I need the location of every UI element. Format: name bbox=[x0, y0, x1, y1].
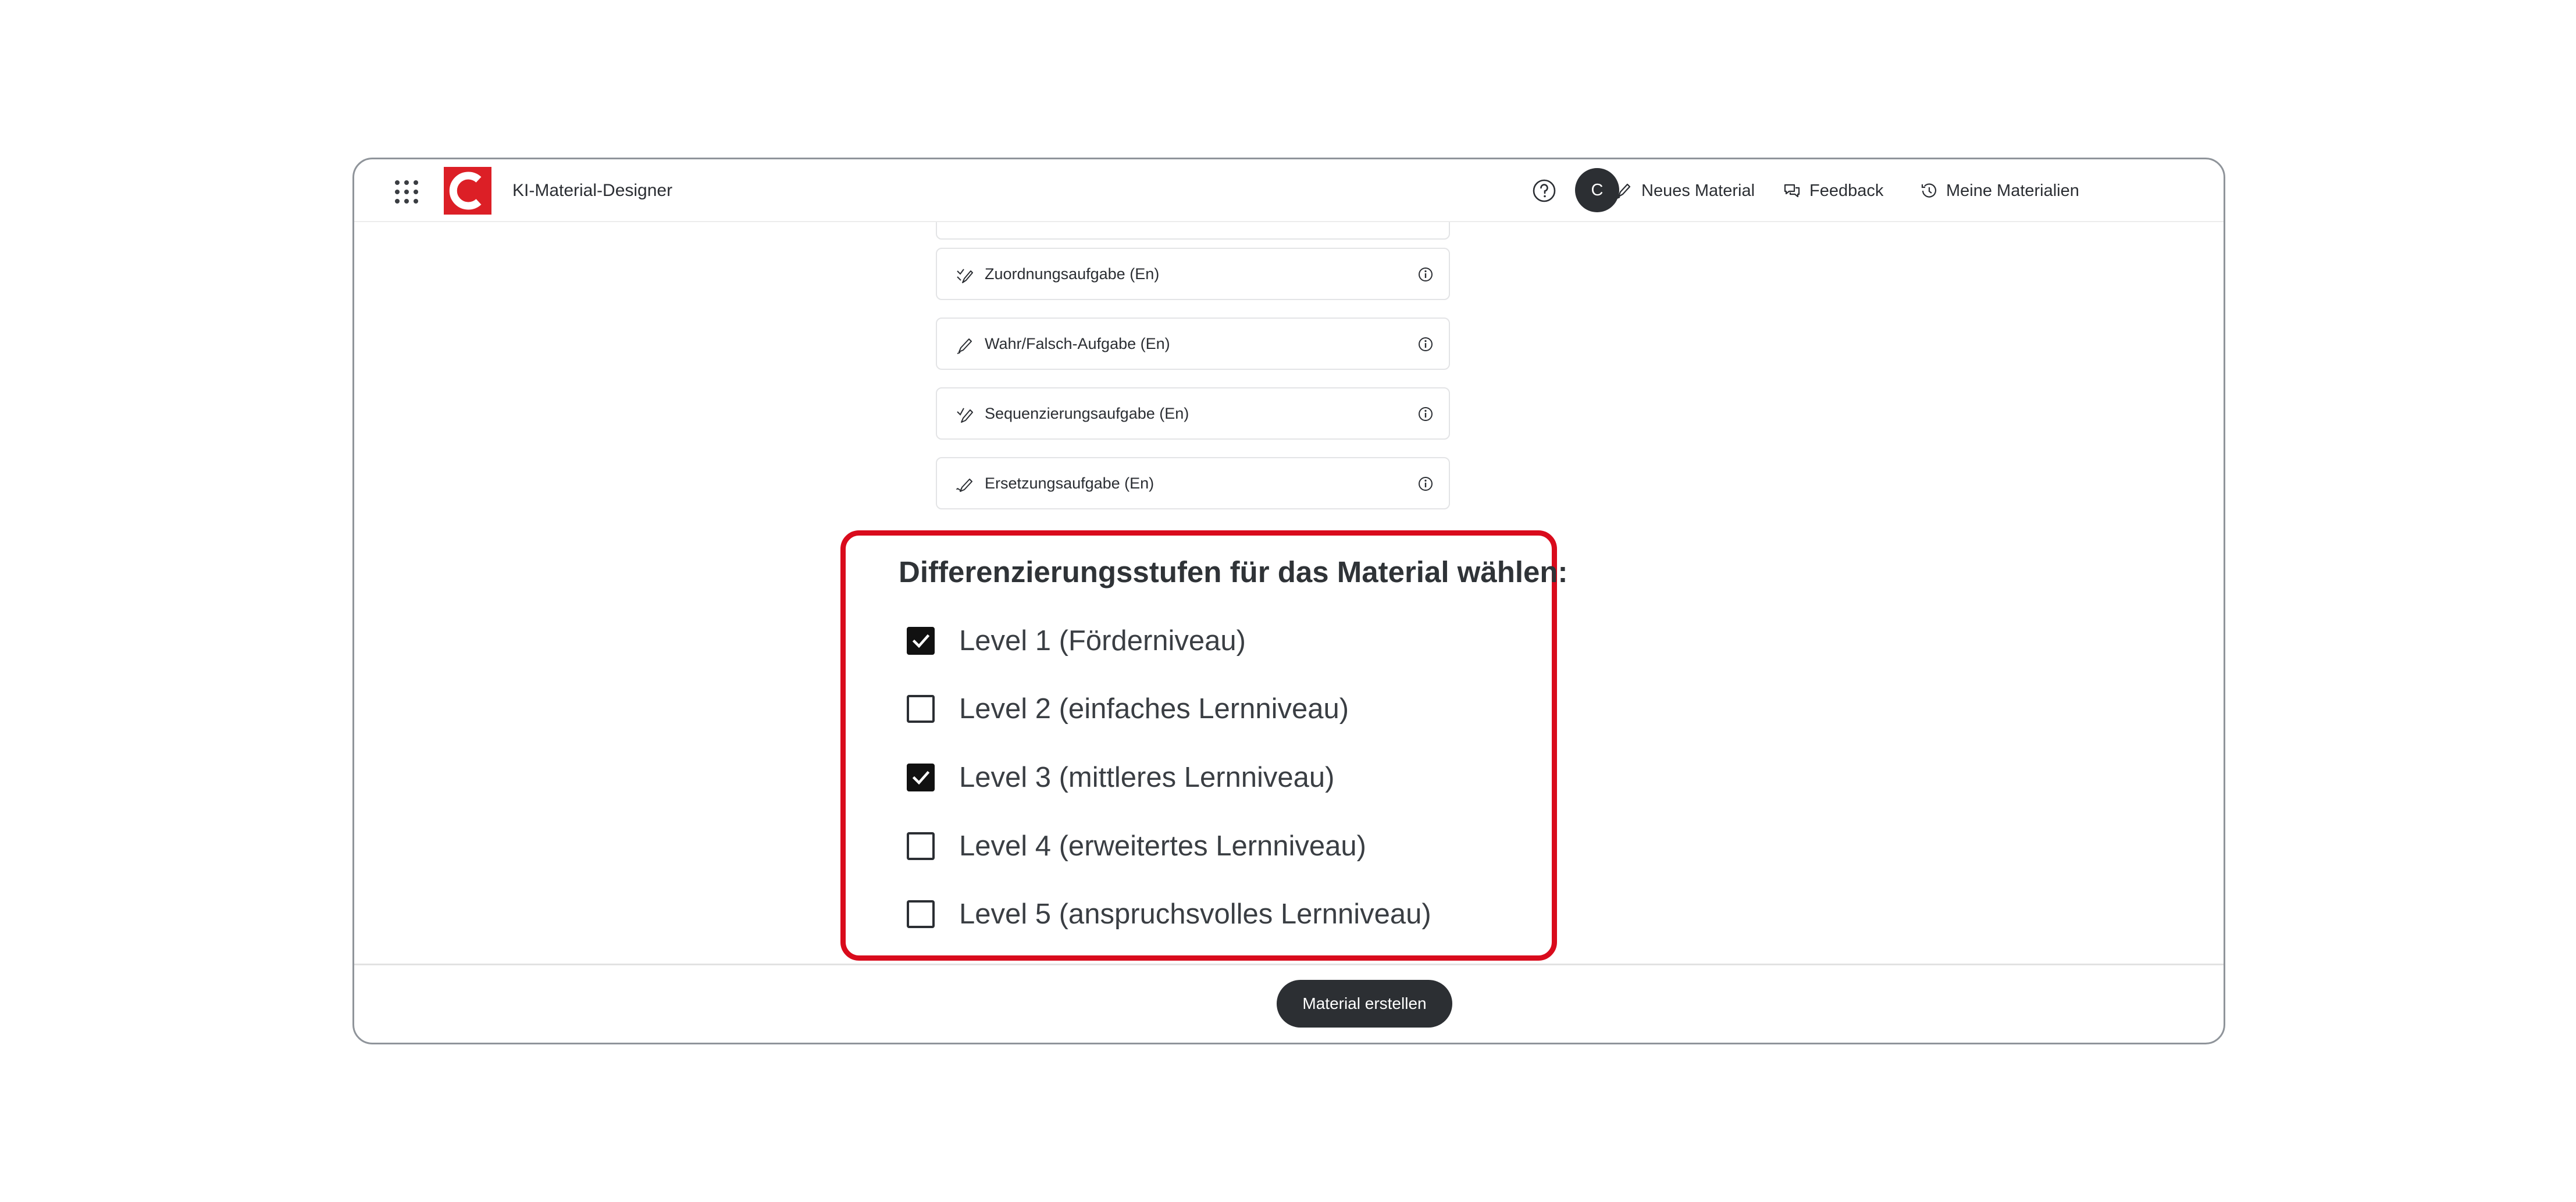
level-label: Level 1 (Förderniveau) bbox=[959, 625, 1246, 657]
level-label: Level 2 (einfaches Lernniveau) bbox=[959, 693, 1349, 725]
create-material-button[interactable]: Material erstellen bbox=[1277, 980, 1452, 1028]
feedback-link[interactable]: Feedback bbox=[1783, 179, 1883, 203]
task-type-card[interactable]: Sequenzierungsaufgabe (En) bbox=[936, 387, 1450, 440]
level-label: Level 3 (mittleres Lernniveau) bbox=[959, 762, 1335, 793]
level-3-option[interactable]: Level 3 (mittleres Lernniveau) bbox=[907, 757, 1334, 798]
level-5-option[interactable]: Level 5 (anspruchsvolles Lernniveau) bbox=[907, 894, 1431, 935]
my-materials-link[interactable]: Meine Materialien bbox=[1919, 179, 2079, 203]
info-icon[interactable] bbox=[1417, 406, 1434, 422]
differentiation-heading: Differenzierungsstufen für das Material … bbox=[899, 555, 1568, 588]
sequence-pen-icon bbox=[957, 408, 973, 423]
level-checkbox[interactable] bbox=[907, 900, 935, 928]
task-type-card[interactable]: Zuordnungsaufgabe (En) bbox=[936, 248, 1450, 300]
pen-icon bbox=[957, 338, 972, 354]
task-type-label: Zuordnungsaufgabe (En) bbox=[985, 265, 1160, 283]
checkmark-icon bbox=[912, 634, 930, 648]
task-type-card[interactable]: Wahr/Falsch-Aufgabe (En) bbox=[936, 318, 1450, 370]
info-icon[interactable] bbox=[1417, 266, 1434, 283]
differentiation-levels-panel: Differenzierungsstufen für das Material … bbox=[840, 530, 1568, 961]
chat-bubbles-icon bbox=[1784, 184, 1800, 198]
task-type-label: Sequenzierungsaufgabe (En) bbox=[985, 405, 1189, 422]
level-2-option[interactable]: Level 2 (einfaches Lernniveau) bbox=[907, 689, 1349, 729]
apps-grid-icon[interactable] bbox=[395, 180, 418, 204]
my-materials-label: Meine Materialien bbox=[1946, 181, 2079, 200]
brand-logo[interactable] bbox=[444, 167, 491, 215]
user-avatar[interactable]: C bbox=[1575, 168, 1619, 212]
app-title: KI-Material-Designer bbox=[512, 181, 673, 200]
level-label: Level 5 (anspruchsvolles Lernniveau) bbox=[959, 898, 1431, 930]
level-checkbox[interactable] bbox=[907, 764, 935, 791]
help-icon[interactable] bbox=[1532, 179, 1556, 203]
app-window: KI-Material-Designer Neues Material Feed… bbox=[352, 158, 2225, 1044]
task-type-card[interactable]: Ersetzungsaufgabe (En) bbox=[936, 457, 1450, 509]
level-checkbox[interactable] bbox=[907, 627, 935, 655]
level-checkbox[interactable] bbox=[907, 695, 935, 723]
matching-pen-icon bbox=[957, 269, 973, 283]
feedback-label: Feedback bbox=[1809, 181, 1884, 200]
info-icon[interactable] bbox=[1417, 336, 1434, 352]
checkmark-icon bbox=[912, 771, 930, 785]
main-content: Zuordnungsaufgabe (En) Wahr/Falsch-Aufga… bbox=[354, 222, 2224, 964]
replace-pen-icon bbox=[956, 479, 972, 492]
top-bar: KI-Material-Designer Neues Material Feed… bbox=[354, 159, 2224, 222]
footer-bar: Material erstellen bbox=[354, 964, 2224, 1043]
info-icon[interactable] bbox=[1417, 476, 1434, 492]
level-label: Level 4 (erweitertes Lernniveau) bbox=[959, 830, 1366, 862]
level-1-option[interactable]: Level 1 (Förderniveau) bbox=[907, 620, 1246, 661]
new-material-label: Neues Material bbox=[1641, 181, 1755, 200]
level-checkbox[interactable] bbox=[907, 832, 935, 860]
history-icon bbox=[1921, 183, 1937, 198]
new-material-link[interactable]: Neues Material bbox=[1615, 179, 1755, 203]
task-type-card-partial[interactable] bbox=[936, 222, 1450, 240]
logo-c-icon bbox=[449, 172, 482, 210]
task-type-label: Ersetzungsaufgabe (En) bbox=[985, 475, 1155, 492]
level-4-option[interactable]: Level 4 (erweitertes Lernniveau) bbox=[907, 826, 1366, 866]
task-type-label: Wahr/Falsch-Aufgabe (En) bbox=[985, 335, 1170, 352]
